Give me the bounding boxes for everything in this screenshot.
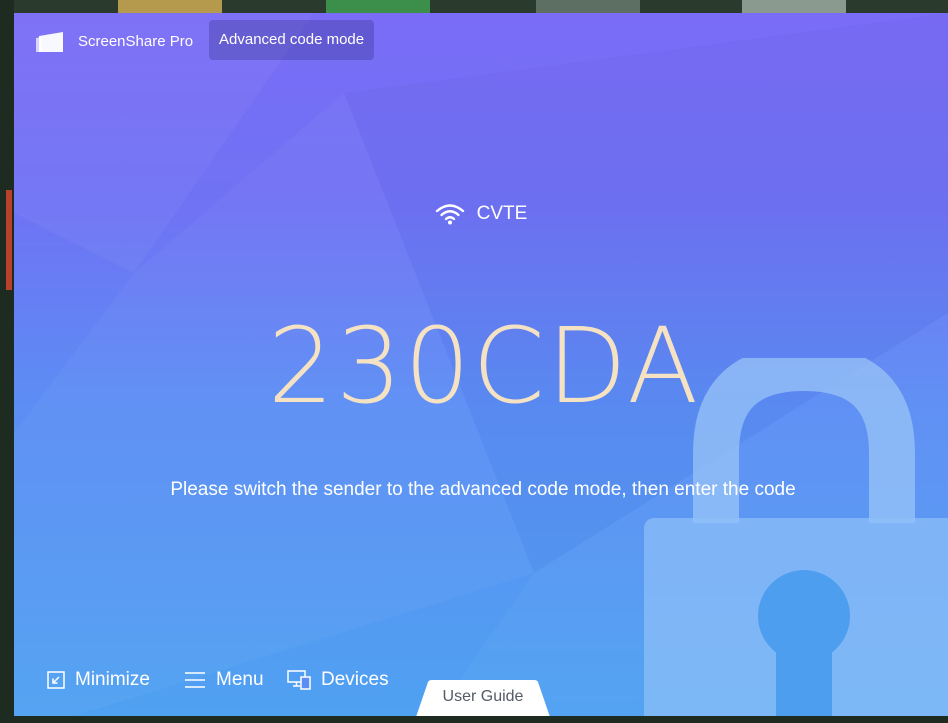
minimize-button[interactable]: Minimize (47, 663, 150, 697)
user-guide-label: User Guide (442, 688, 524, 705)
menu-button[interactable]: Menu (184, 663, 264, 697)
bottom-bar: Minimize Menu Devices (14, 663, 434, 697)
mode-badge[interactable]: Advanced code mode (209, 20, 375, 60)
wifi-icon (435, 204, 464, 225)
screen-share-code: 230CDA (267, 305, 701, 427)
screenshare-panel: ScreenShare Pro Advanced code mode CVTE … (14, 13, 948, 716)
app-name: ScreenShare Pro (78, 33, 194, 50)
desktop-tile (326, 0, 430, 14)
minimize-label: Minimize (75, 669, 150, 690)
desktop-tile (118, 0, 222, 14)
desktop-tile (536, 0, 640, 14)
devices-button[interactable]: Devices (287, 663, 389, 697)
devices-label: Devices (321, 669, 389, 690)
minimize-icon (47, 671, 65, 689)
instruction-text: Please switch the sender to the advanced… (170, 479, 796, 500)
network-info: CVTE (14, 203, 948, 225)
menu-icon (185, 672, 205, 688)
desktop-edge-accent (6, 190, 12, 290)
desktop-tile (742, 0, 846, 14)
menu-label: Menu (216, 669, 264, 690)
desktop-edge (0, 0, 14, 723)
network-ssid: CVTE (476, 203, 528, 224)
desktop-background (0, 0, 948, 14)
desktop-edge (0, 716, 948, 723)
user-guide-tab[interactable]: User Guide (416, 680, 550, 716)
header: ScreenShare Pro Advanced code mode (14, 13, 948, 69)
screenshare-logo-icon (36, 32, 63, 52)
devices-icon (287, 670, 311, 690)
